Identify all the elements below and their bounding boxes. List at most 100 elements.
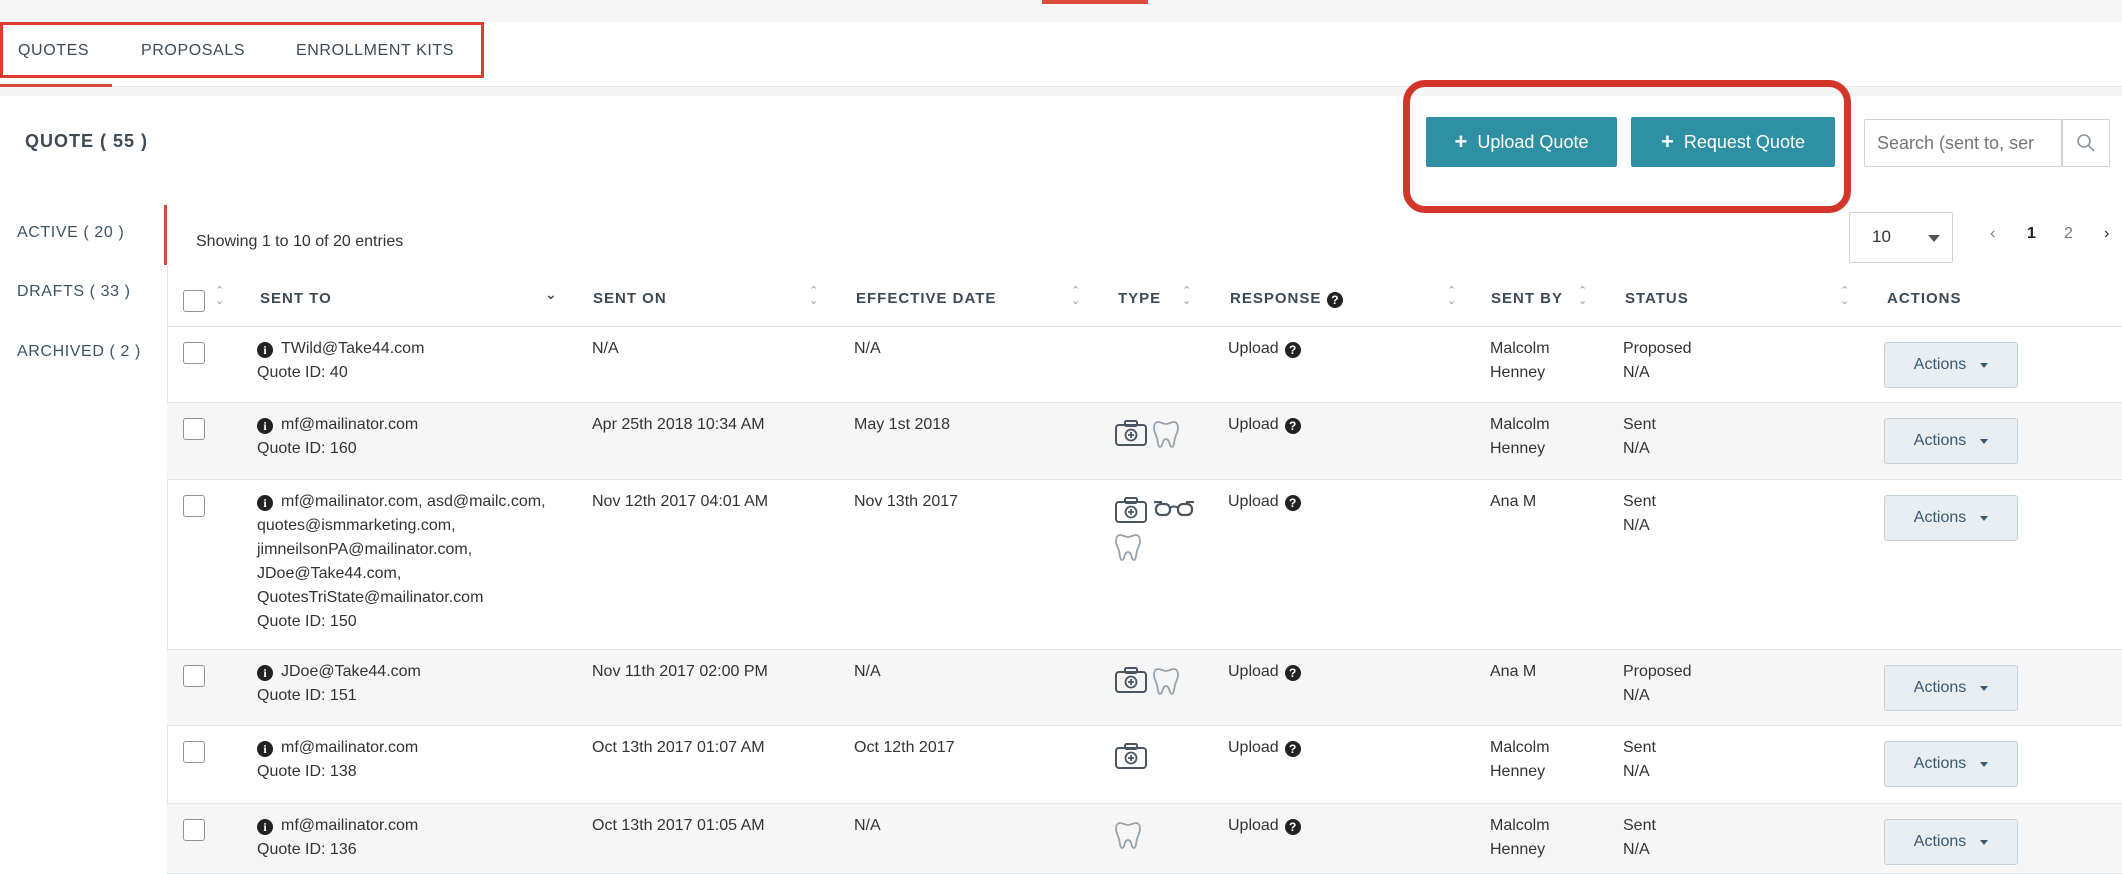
chevron-down-icon <box>1980 761 1989 767</box>
chevron-down-icon <box>1980 438 1989 444</box>
col-status[interactable]: STATUS <box>1625 290 1689 307</box>
sent-on-cell: Nov 12th 2017 04:01 AM <box>592 493 769 510</box>
info-icon[interactable]: i <box>257 495 273 511</box>
chevron-down-icon[interactable]: ⌄ <box>545 286 558 303</box>
sent-by-first: Malcolm <box>1490 416 1550 433</box>
status-sub: N/A <box>1623 687 1650 704</box>
col-response-label: RESPONSE <box>1230 290 1322 307</box>
page-size-select[interactable]: 10 <box>1849 212 1953 263</box>
quote-id: Quote ID: 151 <box>257 687 357 704</box>
page-1[interactable]: 1 <box>2027 225 2036 243</box>
row-checkbox[interactable] <box>183 342 205 364</box>
row-checkbox[interactable] <box>183 819 205 841</box>
status-badge: Proposed <box>1623 340 1692 357</box>
response-cell[interactable]: Upload? <box>1228 814 1301 838</box>
upload-link[interactable]: Upload <box>1228 416 1279 433</box>
table-row: i mf@mailinator.com Quote ID: 136 Oct 13th … <box>167 804 2122 874</box>
col-sent-to[interactable]: SENT TO <box>260 290 332 307</box>
page-2[interactable]: 2 <box>2064 225 2073 243</box>
upload-link[interactable]: Upload <box>1228 340 1279 357</box>
type-cell <box>1114 496 1214 568</box>
row-checkbox[interactable] <box>183 741 205 763</box>
top-active-indicator <box>1042 0 1148 4</box>
actions-label: Actions <box>1913 755 1967 772</box>
sort-icon[interactable]: ⌃ ⌄ <box>1840 286 1852 308</box>
actions-button[interactable]: Actions <box>1884 665 2018 711</box>
row-checkbox[interactable] <box>183 495 205 517</box>
effective-date-cell: Oct 12th 2017 <box>854 739 955 756</box>
info-icon[interactable]: i <box>257 418 273 434</box>
actions-button[interactable]: Actions <box>1884 819 2018 865</box>
leftnav-active-bar <box>164 205 167 265</box>
sort-icon[interactable]: ⌃ ⌄ <box>1071 286 1083 308</box>
help-icon[interactable]: ? <box>1284 495 1301 511</box>
chevron-down-icon <box>1928 235 1940 242</box>
prev-page-icon[interactable]: ‹ <box>1990 225 1995 243</box>
upload-link[interactable]: Upload <box>1228 663 1279 680</box>
response-cell[interactable]: Upload? <box>1228 413 1301 437</box>
help-icon[interactable]: ? <box>1284 665 1301 681</box>
response-cell[interactable]: Upload? <box>1228 337 1301 361</box>
col-effective-date[interactable]: EFFECTIVE DATE <box>856 290 996 307</box>
next-page-icon[interactable]: › <box>2104 225 2109 243</box>
help-icon[interactable]: ? <box>1284 418 1301 434</box>
response-cell[interactable]: Upload? <box>1228 660 1301 684</box>
leftnav-drafts[interactable]: DRAFTS ( 33 ) <box>17 283 131 301</box>
actions-button[interactable]: Actions <box>1884 418 2018 464</box>
status-cell: Sent N/A <box>1623 490 1656 538</box>
sent-to-line: JDoe@Take44.com, <box>257 565 402 582</box>
sort-icon[interactable]: ⌃ ⌄ <box>1182 286 1194 308</box>
sort-icon[interactable]: ⌃ ⌄ <box>1447 286 1459 308</box>
info-icon[interactable]: i <box>257 741 273 757</box>
response-cell[interactable]: Upload? <box>1228 490 1301 514</box>
actions-button[interactable]: Actions <box>1884 342 2018 388</box>
medical-icon <box>1114 497 1152 523</box>
col-sent-by[interactable]: SENT BY <box>1491 290 1563 307</box>
entries-info: Showing 1 to 10 of 20 entries <box>196 233 404 250</box>
col-type[interactable]: TYPE <box>1118 290 1161 307</box>
effective-date-cell: May 1st 2018 <box>854 416 951 433</box>
help-icon[interactable]: ? <box>1327 292 1344 308</box>
leftnav-archived[interactable]: ARCHIVED ( 2 ) <box>17 343 141 361</box>
col-sent-on[interactable]: SENT ON <box>593 290 667 307</box>
row-checkbox[interactable] <box>183 418 205 440</box>
actions-button[interactable]: Actions <box>1884 495 2018 541</box>
buttons-highlight-box <box>1403 80 1851 213</box>
quote-id: Quote ID: 40 <box>257 364 348 381</box>
help-icon[interactable]: ? <box>1284 342 1301 358</box>
page-size-value: 10 <box>1872 227 1891 246</box>
status-badge: Proposed <box>1623 663 1692 680</box>
sent-by-first: Ana M <box>1490 493 1537 510</box>
help-icon[interactable]: ? <box>1284 819 1301 835</box>
sort-icon[interactable]: ⌃ ⌄ <box>809 286 821 308</box>
sort-icon[interactable]: ⌃ ⌄ <box>215 286 227 308</box>
type-cell <box>1114 419 1214 455</box>
search-input[interactable] <box>1864 119 2062 167</box>
sent-by-first: Malcolm <box>1490 739 1550 756</box>
table-row: i mf@mailinator.com Quote ID: 160 Apr 25th … <box>167 403 2122 480</box>
search-button[interactable] <box>2062 119 2110 167</box>
upload-link[interactable]: Upload <box>1228 817 1279 834</box>
select-all-checkbox[interactable] <box>183 290 205 312</box>
leftnav-active[interactable]: ACTIVE ( 20 ) <box>17 224 124 242</box>
status-cell: Sent N/A <box>1623 814 1656 862</box>
info-icon[interactable]: i <box>257 819 273 835</box>
row-checkbox[interactable] <box>183 665 205 687</box>
table-row: i mf@mailinator.com, asd@mailc.com, quotes… <box>167 480 2122 650</box>
actions-button[interactable]: Actions <box>1884 741 2018 787</box>
sent-on-cell: Oct 13th 2017 01:07 AM <box>592 739 765 756</box>
sent-on-cell: N/A <box>592 340 619 357</box>
help-icon[interactable]: ? <box>1284 741 1301 757</box>
sent-on-cell: Nov 11th 2017 02:00 PM <box>592 663 768 680</box>
upload-link[interactable]: Upload <box>1228 739 1279 756</box>
sort-icon[interactable]: ⌃ ⌄ <box>1578 286 1590 308</box>
table-row: i JDoe@Take44.com Quote ID: 151 Nov 11th 20… <box>167 650 2122 726</box>
info-icon[interactable]: i <box>257 342 273 358</box>
response-cell[interactable]: Upload? <box>1228 736 1301 760</box>
upload-link[interactable]: Upload <box>1228 493 1279 510</box>
info-icon[interactable]: i <box>257 665 273 681</box>
sent-to-cell: i JDoe@Take44.com Quote ID: 151 <box>257 660 587 708</box>
sent-to-cell: i TWild@Take44.com Quote ID: 40 <box>257 337 587 385</box>
col-response[interactable]: RESPONSE? <box>1230 290 1344 308</box>
type-cell <box>1114 820 1214 856</box>
